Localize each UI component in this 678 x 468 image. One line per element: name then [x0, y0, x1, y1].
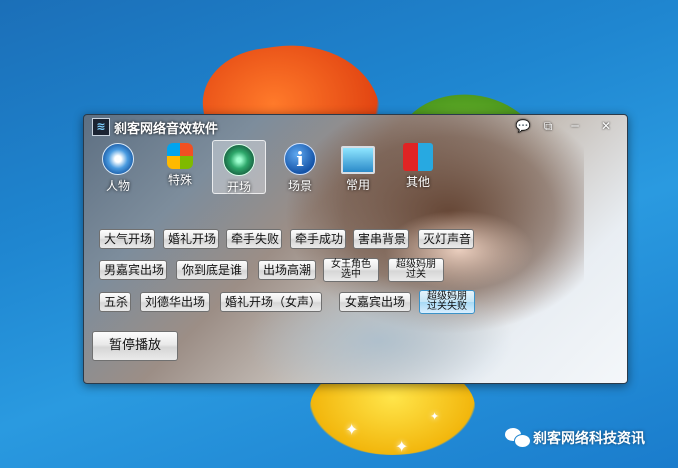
sound-button[interactable]: 害串背景: [353, 229, 409, 249]
sound-button[interactable]: 女王角色选中: [323, 258, 379, 282]
app-logo-icon: ≋: [92, 118, 110, 136]
restore-button[interactable]: ⧉: [539, 117, 557, 135]
sound-button[interactable]: 婚礼开场: [163, 229, 219, 249]
sound-button[interactable]: 女嘉宾出场: [339, 292, 411, 312]
info-icon: i: [284, 143, 316, 175]
sound-button[interactable]: 刘德华出场: [140, 292, 210, 312]
nav-item-characters[interactable]: 人物: [92, 140, 144, 193]
sound-button[interactable]: 婚礼开场（女声）: [220, 292, 322, 312]
sound-button[interactable]: 你到底是谁: [176, 260, 248, 280]
radar-icon: [223, 144, 255, 176]
cubes-icon: [403, 143, 433, 171]
sound-button[interactable]: 超级妈朋过关: [388, 258, 444, 282]
compass-icon: [102, 143, 134, 175]
sound-button[interactable]: 出场高潮: [258, 260, 316, 280]
nav-item-scene[interactable]: i 场景: [274, 140, 326, 193]
close-button[interactable]: ✕: [597, 117, 615, 135]
monitor-icon: [341, 146, 375, 174]
nav-item-other[interactable]: 其他: [392, 140, 444, 192]
nav-item-special[interactable]: 特殊: [154, 140, 206, 192]
sparkle-icon: ✦: [345, 420, 359, 439]
sound-button[interactable]: 灭灯声音: [418, 229, 474, 249]
sparkle-icon: ✦: [430, 410, 440, 423]
footer-caption: 刹客网络科技资讯: [533, 431, 645, 447]
sparkle-icon: ✦: [395, 437, 409, 456]
sound-button[interactable]: 大气开场: [99, 229, 155, 249]
sound-button[interactable]: 牵手失败: [226, 229, 282, 249]
pause-button[interactable]: 暂停播放: [92, 331, 178, 361]
windows-icon: [167, 143, 193, 169]
title-bar[interactable]: ≋ 刹客网络音效软件 💬 ⧉ ─ ✕: [84, 115, 627, 137]
sound-button[interactable]: 超级妈朋过关失败: [419, 290, 475, 314]
sound-button[interactable]: 男嘉宾出场: [99, 260, 167, 280]
nav-item-common[interactable]: 常用: [332, 140, 384, 192]
sound-button[interactable]: 五杀: [99, 292, 131, 312]
window-title: 刹客网络音效软件: [114, 122, 219, 137]
app-window: ≋ 刹客网络音效软件 💬 ⧉ ─ ✕ 人物 特殊 开场 i 场景 常用 其他 大…: [83, 114, 628, 384]
minimize-button[interactable]: ─: [566, 117, 584, 135]
chat-icon[interactable]: 💬: [514, 117, 532, 135]
wechat-icon: [505, 428, 531, 448]
nav-item-opening[interactable]: 开场: [212, 140, 266, 194]
sound-button[interactable]: 牵手成功: [290, 229, 346, 249]
